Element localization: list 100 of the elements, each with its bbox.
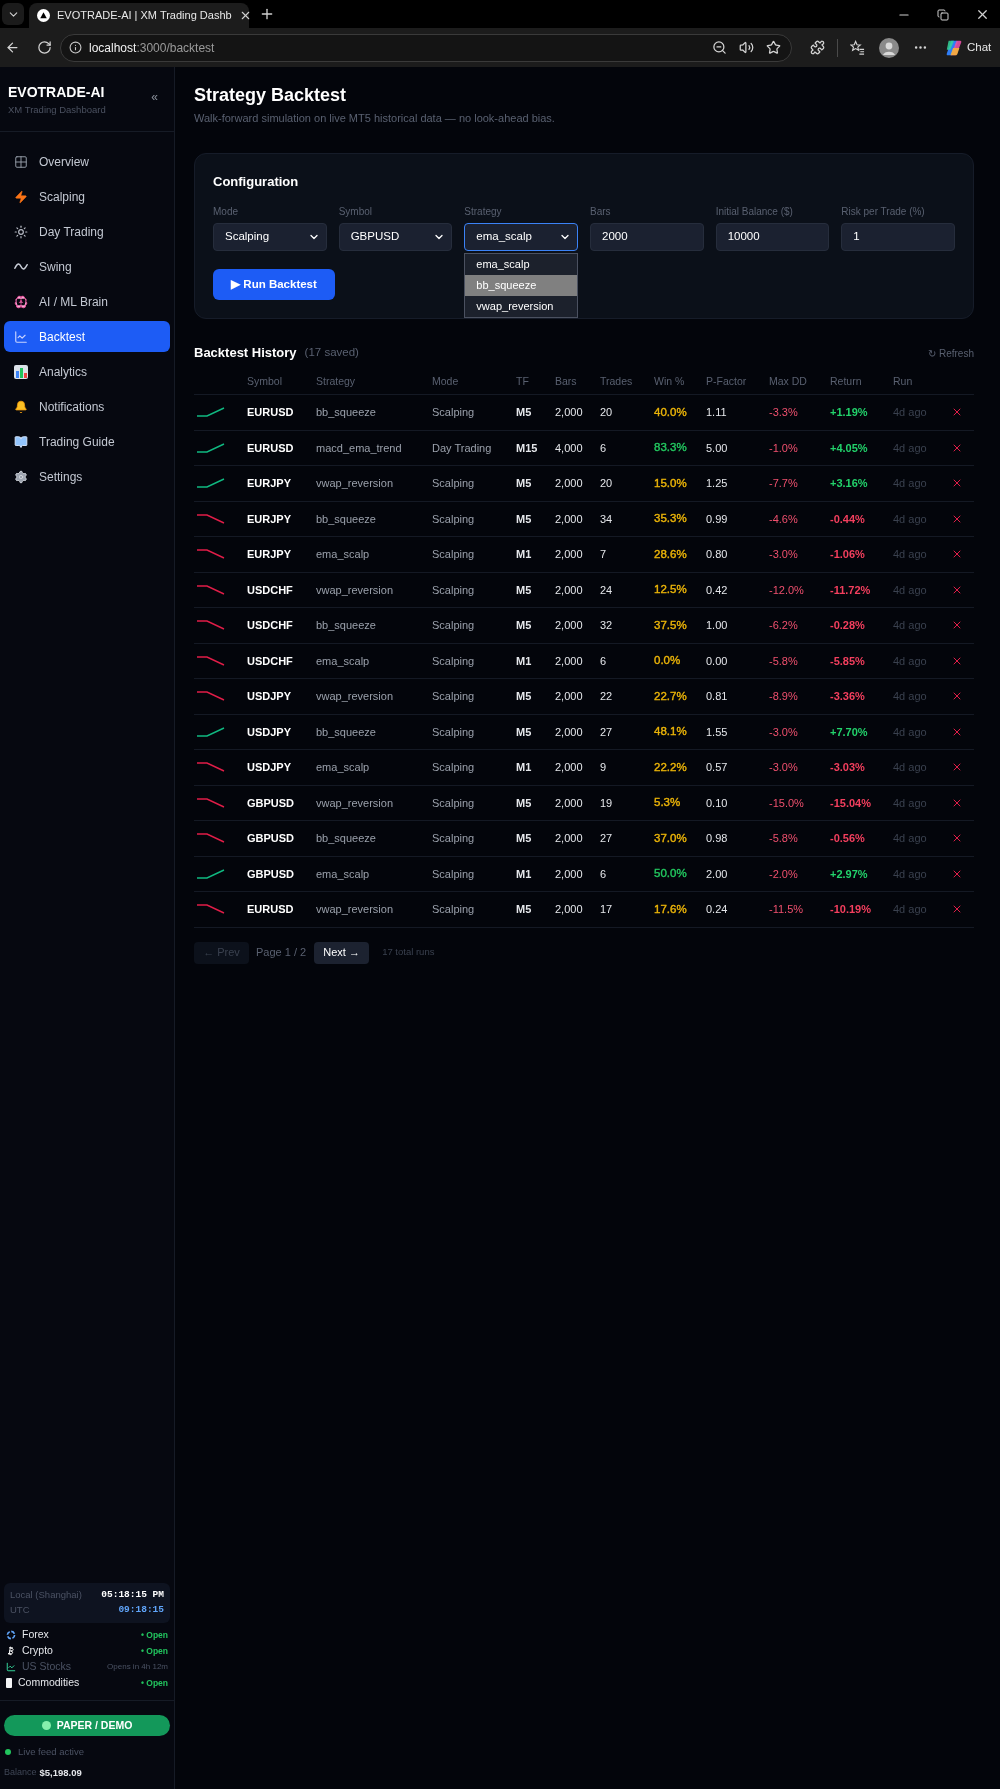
symbol-label: EURUSD [247, 902, 295, 917]
dropdown-option[interactable]: ema_scalp [465, 254, 577, 275]
info-icon [69, 41, 82, 54]
address-bar[interactable]: localhost:3000/backtest [60, 33, 792, 62]
profit-factor-value: 0.10 [706, 795, 729, 811]
colorful-logo-icon[interactable] [945, 38, 963, 57]
read-aloud-icon[interactable] [739, 40, 754, 55]
restore-icon[interactable] [937, 8, 949, 21]
timeframe-label: M5 [516, 476, 533, 491]
column-header: TF [516, 373, 530, 389]
nav-item[interactable]: Backtest [4, 321, 170, 352]
max-drawdown-value: -5.8% [769, 653, 799, 669]
return-value: -3.03% [830, 760, 866, 775]
mode-label: Scalping [432, 760, 476, 775]
field-label: Risk per Trade (%) [841, 205, 926, 219]
dropdown-option[interactable]: bb_squeeze [465, 275, 577, 296]
nav-item[interactable]: Swing [4, 251, 170, 282]
nav-item[interactable]: AI / ML Brain [4, 286, 170, 317]
nav-item[interactable]: Scalping [4, 181, 170, 212]
column-header: Max DD [769, 373, 808, 389]
mode-label: Scalping [432, 724, 476, 740]
run-age-label: 4d ago [893, 476, 928, 491]
symbol-label: USDJPY [247, 689, 293, 704]
mode-label: Day Trading [432, 440, 493, 456]
profit-factor-value: 1.11 [706, 405, 728, 420]
market-status: Opens in 4h 12m [107, 1661, 168, 1673]
win-rate-value: 37.5% [654, 617, 687, 633]
return-value: +4.05% [830, 440, 869, 456]
extensions-icon[interactable] [810, 40, 825, 55]
timeframe-label: M5 [516, 618, 533, 633]
bars-value: 2,000 [555, 476, 584, 491]
trades-value: 27 [600, 724, 614, 740]
max-drawdown-value: -3.0% [769, 724, 799, 740]
bars-value: 2,000 [555, 831, 584, 846]
input-field[interactable]: 2000 [590, 223, 704, 251]
trades-value: 22 [600, 689, 614, 704]
timeframe-label: M1 [516, 760, 533, 775]
trades-value: 24 [600, 582, 614, 598]
strategy-name: ema_scalp [316, 866, 371, 882]
column-header: Return [830, 373, 863, 389]
select-field[interactable]: Scalping [213, 223, 327, 251]
field-label: Mode [213, 205, 239, 219]
tab-list-button[interactable] [2, 3, 24, 25]
nav-item[interactable]: Trading Guide [4, 426, 170, 457]
back-icon[interactable] [5, 40, 20, 55]
zoom-out-icon[interactable] [712, 40, 727, 55]
column-header: Trades [600, 373, 634, 389]
return-value: -15.04% [830, 795, 872, 811]
run-age-label: 4d ago [893, 831, 928, 846]
browser-tab[interactable]: EVOTRADE-AI | XM Trading Dashb [29, 3, 249, 28]
input-field[interactable]: 10000 [715, 223, 830, 251]
bars-value: 2,000 [555, 618, 584, 633]
timeframe-label: M5 [516, 902, 533, 917]
mode-label: Scalping [432, 866, 476, 882]
nav-item[interactable]: Notifications [4, 391, 170, 422]
max-drawdown-value: -3.0% [769, 760, 799, 775]
trades-value: 6 [600, 440, 608, 456]
clock-label: UTC [10, 1603, 30, 1618]
run-age-label: 4d ago [893, 582, 928, 598]
refresh-icon[interactable] [37, 40, 52, 55]
bars-value: 2,000 [555, 902, 584, 917]
star-list-icon[interactable] [850, 40, 865, 55]
mode-label: Scalping [432, 831, 476, 846]
strategy-name: macd_ema_trend [316, 440, 403, 456]
status-dot-icon [5, 1749, 11, 1755]
column-header: Run [893, 373, 914, 389]
select-field[interactable]: GBPUSD [338, 223, 453, 251]
next-button[interactable]: Next → [314, 941, 370, 964]
timeframe-label: M5 [516, 795, 533, 811]
collapse-button[interactable]: « [151, 90, 158, 104]
return-value: -11.72% [830, 582, 872, 598]
column-header: Symbol [247, 373, 283, 389]
market-name: US Stocks [22, 1659, 71, 1675]
nav-item[interactable]: Overview [4, 146, 170, 177]
select-field[interactable]: ema_scalp [464, 223, 578, 251]
bars-value: 4,000 [555, 440, 584, 456]
star-icon[interactable] [766, 40, 781, 55]
nav-item[interactable]: Analytics [4, 356, 170, 387]
page-subtitle: Walk-forward simulation on live MT5 historical data — no look-ahead bias. [194, 111, 556, 126]
strategy-name: bb_squeeze [316, 618, 377, 633]
run-age-label: 4d ago [893, 760, 928, 775]
run-age-label: 4d ago [893, 440, 928, 456]
new-tab-icon[interactable] [259, 6, 275, 22]
nav-item[interactable]: Settings [4, 461, 170, 492]
trades-value: 9 [600, 760, 608, 775]
strategy-name: ema_scalp [316, 760, 371, 775]
column-header: Bars [555, 373, 578, 389]
chat-label[interactable]: Chat [967, 38, 992, 57]
trades-value: 19 [600, 795, 614, 811]
trades-value: 32 [600, 618, 614, 633]
total-runs: 17 total runs [382, 945, 435, 960]
run-backtest-button[interactable]: ▶ Run Backtest [213, 269, 335, 300]
close-window-icon[interactable] [975, 7, 990, 22]
balance-label: Balance [4, 1766, 37, 1780]
profile-avatar-icon[interactable] [879, 37, 899, 58]
input-field[interactable]: 1 [841, 223, 955, 251]
brand-title: EVOTRADE-AI [8, 83, 106, 101]
dropdown-option[interactable]: vwap_reversion [465, 296, 577, 317]
nav-item[interactable]: Day Trading [4, 216, 170, 247]
strategy-name: vwap_reversion [316, 689, 395, 704]
